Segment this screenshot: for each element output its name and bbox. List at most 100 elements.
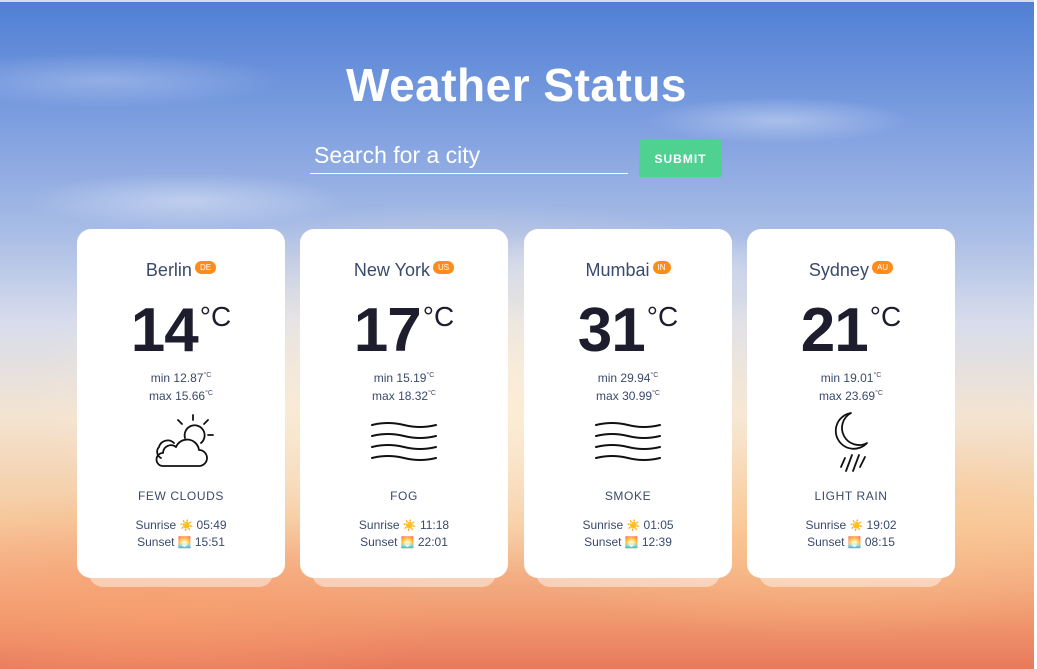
temperature-value: 14	[130, 296, 199, 365]
sunset-time: 08:15	[864, 535, 895, 549]
sunset-label: Sunset	[584, 535, 622, 549]
sunrise-time: 05:49	[196, 518, 227, 532]
min-label: min	[597, 371, 618, 385]
temperature-unit: °C	[422, 301, 455, 332]
sunset-icon: 🌅	[400, 537, 415, 549]
temperature-value: 31	[577, 296, 646, 365]
night-rain-icon	[747, 411, 955, 475]
temperature-unit: °C	[646, 301, 679, 332]
smoke-icon	[524, 411, 732, 475]
max-value: 15.66	[175, 389, 206, 403]
sunset-time: 15:51	[194, 535, 225, 549]
sun-times: Sunrise ☀️ 11:18 Sunset 🌅 22:01	[300, 517, 508, 551]
country-badge: IN	[652, 261, 671, 274]
sunset-time: 12:39	[641, 535, 672, 549]
temperature: 21°C	[747, 295, 955, 366]
sunset-icon: 🌅	[847, 537, 862, 549]
min-value: 15.19	[396, 371, 427, 385]
sunrise-label: Sunrise	[805, 518, 847, 532]
min-value: 19.01	[843, 371, 874, 385]
max-label: max	[819, 389, 842, 403]
min-value: 12.87	[173, 371, 204, 385]
min-max-temperature: min 29.94°C max 30.99°C	[524, 368, 732, 404]
sunrise-label: Sunrise	[358, 518, 400, 532]
min-unit: °C	[426, 372, 435, 379]
country-badge: DE	[194, 261, 217, 274]
max-label: max	[596, 389, 619, 403]
top-border	[0, 0, 1037, 2]
min-label: min	[373, 371, 394, 385]
fog-icon	[300, 411, 508, 475]
card-body: Sydney AU 21°C min 19.01°C max 23.69°C LI…	[747, 229, 955, 578]
sunset-label: Sunset	[137, 535, 175, 549]
sun-times: Sunrise ☀️ 01:05 Sunset 🌅 12:39	[524, 517, 732, 551]
city-name: Berlin	[145, 260, 192, 280]
sunrise-icon: ☀️	[402, 520, 417, 532]
weather-description: SMOKE	[604, 489, 652, 503]
min-value: 29.94	[620, 371, 651, 385]
sunrise-label: Sunrise	[582, 518, 624, 532]
card-body: Mumbai IN 31°C min 29.94°C max 30.99°C SM…	[524, 229, 732, 578]
temperature-unit: °C	[199, 301, 232, 332]
max-label: max	[372, 389, 395, 403]
min-unit: °C	[873, 372, 882, 379]
sunrise-time: 11:18	[419, 518, 450, 532]
temperature: 17°C	[300, 295, 508, 366]
city-name: New York	[353, 260, 430, 280]
sunset-label: Sunset	[807, 535, 845, 549]
max-value: 30.99	[622, 389, 653, 403]
sunset-label: Sunset	[360, 535, 398, 549]
city-row: Mumbai IN	[524, 260, 732, 281]
country-badge: US	[432, 261, 455, 274]
page-title: Weather Status	[345, 59, 688, 111]
temperature-value: 17	[353, 296, 422, 365]
sun-times: Sunrise ☀️ 19:02 Sunset 🌅 08:15	[747, 517, 955, 551]
city-row: New York US	[300, 260, 508, 281]
weather-card-sydney: Sydney AU 21°C min 19.01°C max 23.69°C LI…	[747, 229, 955, 587]
max-unit: °C	[428, 390, 436, 397]
sunset-time: 22:01	[417, 535, 448, 549]
sunset-icon: 🌅	[624, 537, 639, 549]
card-body: New York US 17°C min 15.19°C max 18.32°C …	[300, 229, 508, 578]
sunrise-time: 19:02	[866, 518, 897, 532]
min-label: min	[820, 371, 841, 385]
max-label: max	[149, 389, 172, 403]
weather-card-berlin: Berlin DE 14°C min 12.87°C max 15.66°C FE…	[77, 229, 285, 587]
sunrise-time: 01:05	[643, 518, 674, 532]
temperature-unit: °C	[869, 301, 902, 332]
max-unit: °C	[875, 390, 883, 397]
sunrise-icon: ☀️	[626, 520, 641, 532]
temperature: 31°C	[524, 295, 732, 366]
sunrise-icon: ☀️	[179, 520, 194, 532]
city-name: Sydney	[808, 260, 869, 280]
submit-button[interactable]: SUBMIT	[639, 140, 722, 177]
sunset-icon: 🌅	[177, 537, 192, 549]
min-max-temperature: min 15.19°C max 18.32°C	[300, 368, 508, 404]
temperature: 14°C	[77, 295, 285, 366]
sunrise-label: Sunrise	[135, 518, 177, 532]
min-unit: °C	[650, 372, 659, 379]
city-row: Sydney AU	[747, 260, 955, 281]
sun-times: Sunrise ☀️ 05:49 Sunset 🌅 15:51	[77, 517, 285, 551]
sunrise-icon: ☀️	[849, 520, 864, 532]
search-input[interactable]	[310, 138, 628, 174]
city-row: Berlin DE	[77, 260, 285, 281]
card-body: Berlin DE 14°C min 12.87°C max 15.66°C FE…	[77, 229, 285, 578]
min-max-temperature: min 12.87°C max 15.66°C	[77, 368, 285, 404]
max-unit: °C	[205, 390, 213, 397]
max-value: 23.69	[845, 389, 876, 403]
weather-card-mumbai: Mumbai IN 31°C min 29.94°C max 30.99°C SM…	[524, 229, 732, 587]
country-badge: AU	[871, 261, 894, 274]
min-label: min	[150, 371, 171, 385]
weather-description: LIGHT RAIN	[814, 489, 888, 503]
min-max-temperature: min 19.01°C max 23.69°C	[747, 368, 955, 404]
max-value: 18.32	[398, 389, 429, 403]
weather-description: FEW CLOUDS	[137, 489, 224, 503]
weather-card-new-york: New York US 17°C min 15.19°C max 18.32°C …	[300, 229, 508, 587]
weather-description: FOG	[390, 489, 418, 503]
max-unit: °C	[652, 390, 660, 397]
city-name: Mumbai	[585, 260, 650, 280]
min-unit: °C	[203, 372, 212, 379]
few-clouds-icon	[77, 411, 285, 475]
temperature-value: 21	[800, 296, 869, 365]
